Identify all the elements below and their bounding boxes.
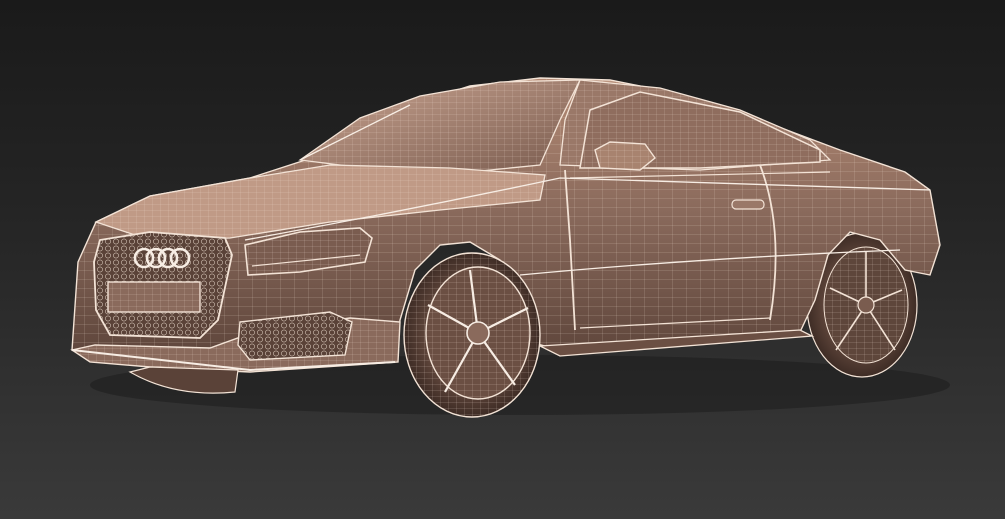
- side-mirror: [594, 141, 656, 171]
- hub-cap: [466, 321, 490, 345]
- roof-and-windshield: [298, 79, 832, 173]
- front-wheel: [403, 252, 541, 418]
- render-viewport: [0, 0, 1005, 519]
- door-handle: [731, 199, 765, 210]
- front-grille: [93, 231, 233, 339]
- car-wireframe-render: [70, 77, 950, 418]
